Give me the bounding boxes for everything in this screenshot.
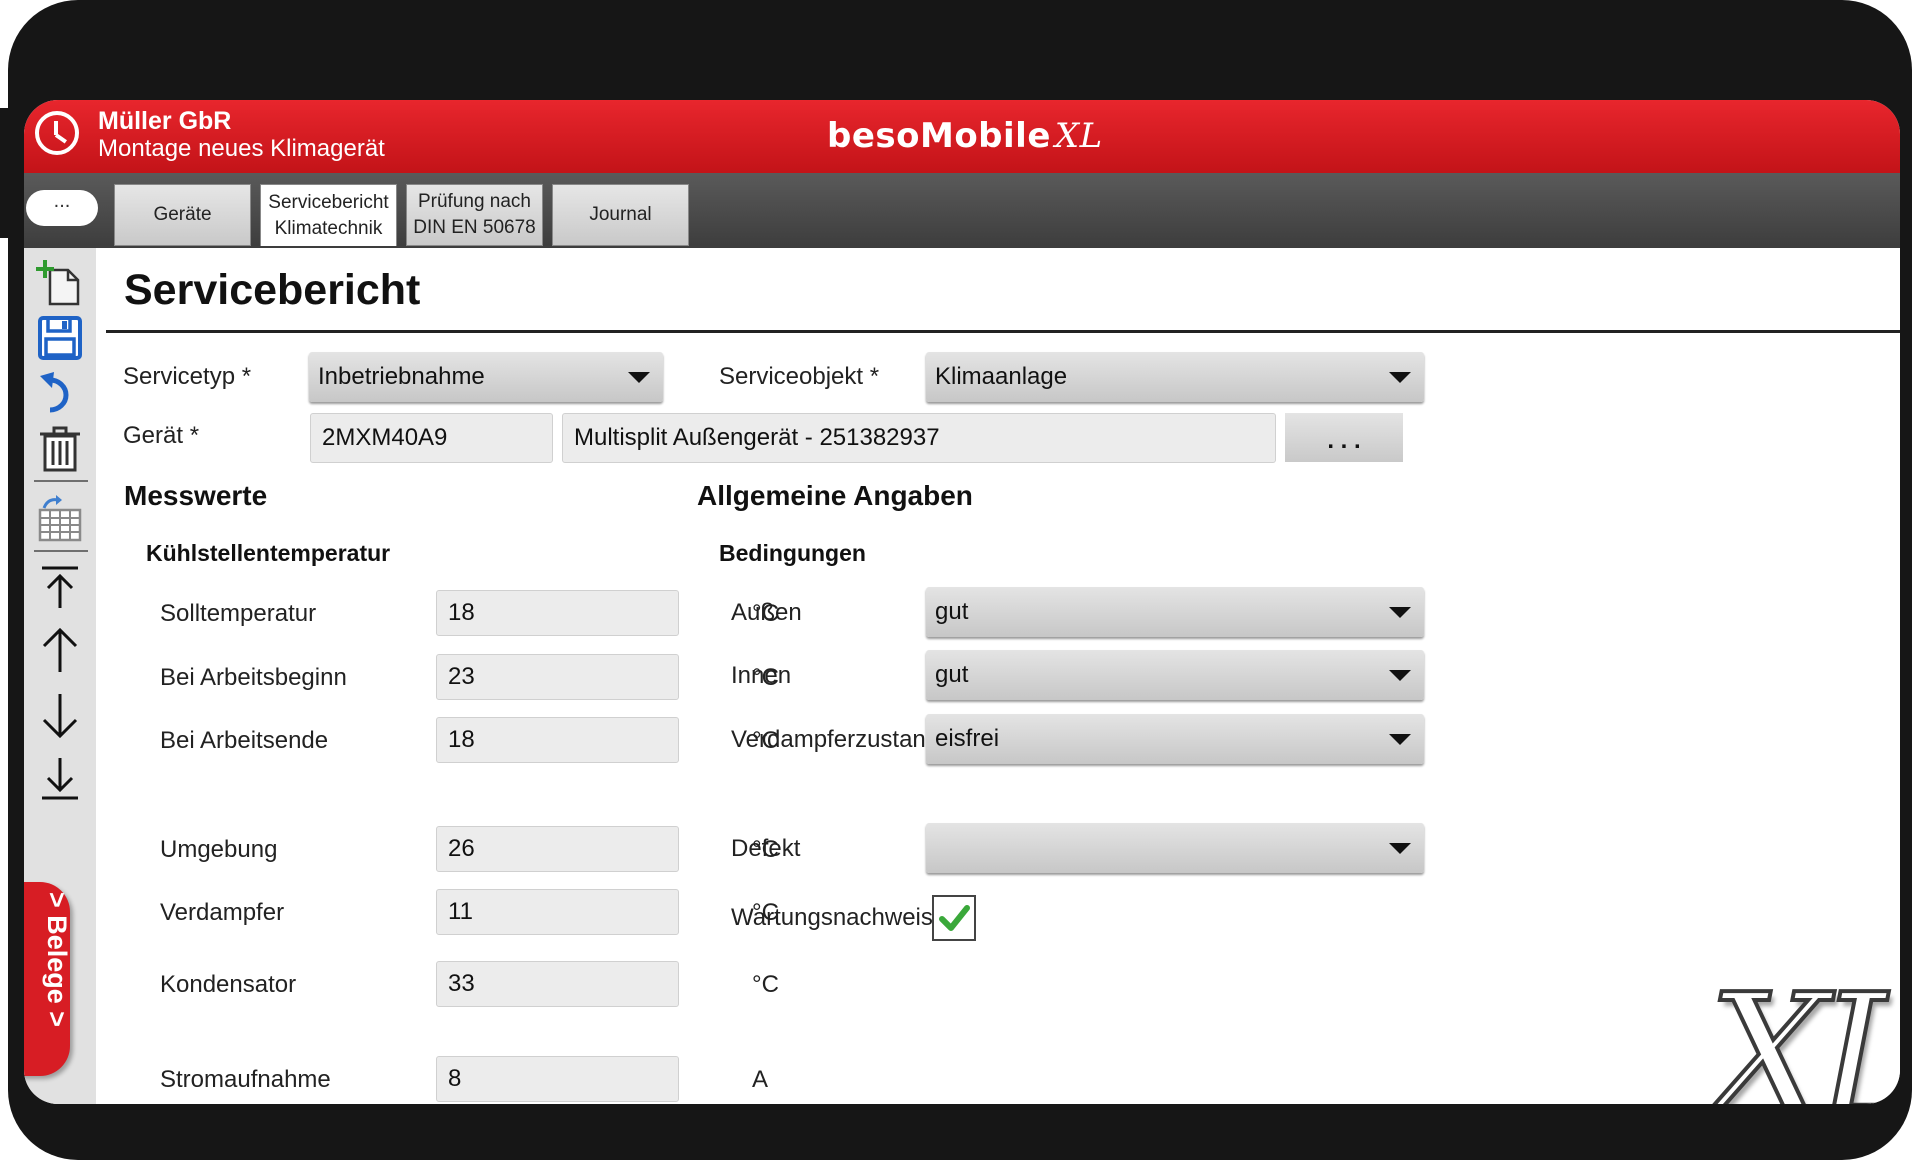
allgemeine-angaben-heading: Allgemeine Angaben bbox=[697, 480, 973, 511]
geraet-label: Gerät * bbox=[123, 422, 200, 449]
stromaufnahme-label: Stromaufnahme bbox=[160, 1066, 331, 1093]
aussen-label: Außen bbox=[731, 599, 802, 626]
unit-label: A bbox=[752, 1066, 769, 1093]
verdampferzustand-value: eisfrei bbox=[935, 725, 1000, 752]
serviceobjekt-label: Serviceobjekt * bbox=[719, 363, 880, 390]
innen-label: Innen bbox=[731, 662, 792, 689]
more-menu-button[interactable]: ... bbox=[26, 190, 98, 226]
delete-icon[interactable] bbox=[36, 424, 84, 472]
action-sidebar: > Belege > bbox=[24, 248, 96, 1104]
serviceobjekt-select[interactable]: Klimaanlage bbox=[926, 352, 1424, 402]
servicetyp-select[interactable]: Inbetriebnahme bbox=[309, 352, 663, 402]
innen-select[interactable]: gut bbox=[926, 650, 1424, 700]
bei-arbeitsende-input[interactable]: 18 bbox=[436, 717, 679, 763]
aussen-select[interactable]: gut bbox=[926, 587, 1424, 637]
dropdown-arrow-icon bbox=[1389, 843, 1411, 854]
company-name: Müller GbR bbox=[98, 107, 232, 135]
save-icon[interactable] bbox=[36, 314, 84, 362]
unit-label: °C bbox=[752, 971, 779, 998]
belege-drawer-tab[interactable]: > Belege > bbox=[24, 882, 72, 1076]
app-screen: Müller GbR Montage neues Klimagerät beso… bbox=[24, 100, 1900, 1104]
brand-suffix: XL bbox=[1054, 116, 1103, 156]
page-title: Servicebericht bbox=[124, 266, 421, 314]
bei-arbeitsbeginn-label: Bei Arbeitsbeginn bbox=[160, 664, 347, 691]
clock-logo-icon[interactable] bbox=[35, 111, 79, 155]
brand-name: besoMobile bbox=[827, 116, 1051, 156]
umgebung-input[interactable]: 26 bbox=[436, 826, 679, 872]
geraet-description-field[interactable]: Multisplit Außengerät - 251382937 bbox=[562, 413, 1276, 463]
bei-arbeitsende-label: Bei Arbeitsende bbox=[160, 727, 329, 754]
bedingungen-heading: Bedingungen bbox=[719, 540, 866, 566]
stromaufnahme-input[interactable]: 8 bbox=[436, 1056, 679, 1102]
main-content: Servicebericht Servicetyp * Inbetriebnah… bbox=[96, 248, 1900, 1104]
checkmark-icon bbox=[939, 905, 970, 931]
sidebar-separator bbox=[34, 480, 88, 482]
solltemperatur-input[interactable]: 18 bbox=[436, 590, 679, 636]
tablet-frame-notch bbox=[0, 108, 14, 238]
tab-pruefung-din-en-50678[interactable]: Prüfung nach DIN EN 50678 bbox=[406, 184, 543, 246]
dropdown-arrow-icon bbox=[1389, 734, 1411, 745]
bei-arbeitsbeginn-input[interactable]: 23 bbox=[436, 654, 679, 700]
dropdown-arrow-icon bbox=[1389, 607, 1411, 618]
servicetyp-value: Inbetriebnahme bbox=[318, 363, 485, 390]
umgebung-label: Umgebung bbox=[160, 836, 278, 863]
dropdown-arrow-icon bbox=[1389, 372, 1411, 383]
wartungsnachweis-label: Wartungsnachweis bbox=[731, 904, 933, 931]
xl-watermark-logo: XL bbox=[1706, 956, 1900, 1104]
kuehlstellentemperatur-heading: Kühlstellentemperatur bbox=[146, 540, 391, 566]
undo-icon[interactable] bbox=[36, 370, 84, 418]
kondensator-input[interactable]: 33 bbox=[436, 961, 679, 1007]
verdampferzustand-label: Verdampferzustand bbox=[731, 726, 940, 753]
geraet-code-field[interactable]: 2MXM40A9 bbox=[310, 413, 553, 463]
defekt-select[interactable] bbox=[926, 823, 1424, 873]
tab-bar: ... Geräte Servicebericht Klimatechnik P… bbox=[24, 173, 1900, 248]
tab-servicebericht-klimatechnik[interactable]: Servicebericht Klimatechnik bbox=[260, 184, 397, 246]
geraet-lookup-button[interactable]: . . . bbox=[1285, 413, 1403, 462]
verdampfer-input[interactable]: 11 bbox=[436, 889, 679, 935]
defekt-label: Defekt bbox=[731, 835, 801, 862]
brand-logo: besoMobile XL bbox=[827, 116, 1103, 156]
innen-value: gut bbox=[935, 661, 969, 688]
kondensator-label: Kondensator bbox=[160, 971, 297, 998]
dropdown-arrow-icon bbox=[628, 372, 650, 383]
dropdown-arrow-icon bbox=[1389, 670, 1411, 681]
belege-label: > Belege > bbox=[42, 892, 72, 1028]
table-import-icon[interactable] bbox=[36, 494, 84, 542]
jump-first-icon[interactable] bbox=[36, 564, 84, 612]
jump-last-icon[interactable] bbox=[36, 754, 84, 802]
job-subtitle: Montage neues Klimagerät bbox=[98, 135, 385, 162]
tab-geraete[interactable]: Geräte bbox=[114, 184, 251, 246]
servicetyp-label: Servicetyp * bbox=[123, 363, 252, 390]
solltemperatur-label: Solltemperatur bbox=[160, 600, 317, 627]
tab-journal[interactable]: Journal bbox=[552, 184, 689, 246]
arrow-down-icon[interactable] bbox=[36, 692, 84, 740]
app-header: Müller GbR Montage neues Klimagerät beso… bbox=[24, 100, 1900, 173]
verdampferzustand-select[interactable]: eisfrei bbox=[926, 714, 1424, 764]
sidebar-separator bbox=[34, 550, 88, 552]
serviceobjekt-value: Klimaanlage bbox=[935, 363, 1068, 390]
verdampfer-label: Verdampfer bbox=[160, 899, 285, 926]
aussen-value: gut bbox=[935, 598, 969, 625]
arrow-up-icon[interactable] bbox=[36, 626, 84, 674]
messwerte-heading: Messwerte bbox=[124, 480, 268, 511]
new-document-icon[interactable] bbox=[36, 258, 84, 306]
title-divider bbox=[106, 330, 1900, 333]
wartungsnachweis-checkbox[interactable] bbox=[932, 895, 976, 941]
